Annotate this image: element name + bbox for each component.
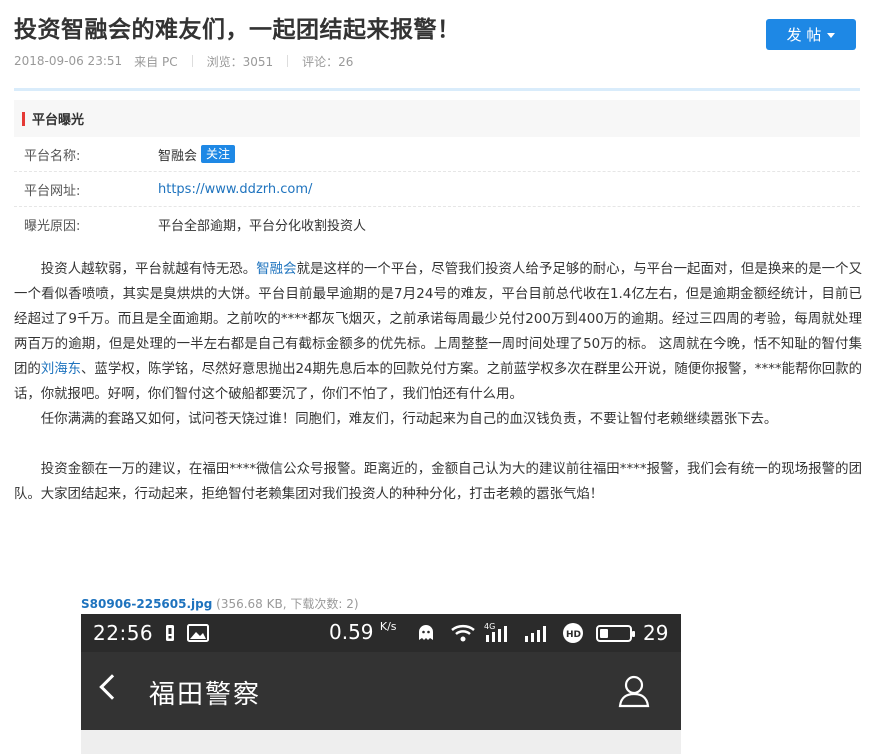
platform-name-cell: 智融会 关注 xyxy=(158,145,860,164)
post-date: 2018-09-06 23:51 xyxy=(14,54,123,68)
network-type-label: 4G xyxy=(484,622,495,631)
platform-panel-title: 平台曝光 xyxy=(32,113,85,128)
post-source: 来自 PC xyxy=(134,54,178,69)
meta-divider xyxy=(287,55,289,67)
paragraph-text: 、蓝学权，陈学铭，尽然好意思抛出24期先息后本的回款兑付方案。之前蓝学权多次在群… xyxy=(14,362,863,402)
image-notification-icon xyxy=(187,624,209,642)
platform-row-url: 平台网址: https://www.ddzrh.com/ xyxy=(14,172,860,207)
hd-icon: HD xyxy=(563,623,583,643)
battery-fill xyxy=(600,629,608,638)
attached-screenshot[interactable]: 22:56 0.59 K/s 4G HD 29 福田警察 xyxy=(81,614,681,754)
platform-name-value: 智融会 xyxy=(158,148,198,164)
phone-status-bar: 22:56 0.59 K/s 4G HD 29 xyxy=(81,614,681,652)
heading-marker xyxy=(22,111,25,126)
attachment-info: S80906-225605.jpg (356.68 KB, 下载次数: 2) xyxy=(81,595,359,612)
meta-divider xyxy=(191,55,193,67)
platform-reason-label: 曝光原因: xyxy=(24,219,81,234)
signal-icon xyxy=(525,626,546,642)
battery-percent: 29 xyxy=(643,621,669,645)
attachment-filename-link[interactable]: S80906-225605.jpg xyxy=(81,597,212,611)
network-speed-value: 0.59 xyxy=(329,620,374,644)
paragraph-text: 投资人越软弱，平台就越有恃无恐。 xyxy=(40,262,257,277)
phone-app-title: 福田警察 xyxy=(149,680,262,710)
battery-icon xyxy=(596,625,635,642)
user-profile-icon[interactable] xyxy=(617,674,651,708)
platform-reason-value: 平台全部逾期，平台分化收割投资人 xyxy=(158,219,367,234)
wifi-icon xyxy=(451,624,475,642)
ghost-icon xyxy=(419,625,433,640)
platform-mention-link[interactable]: 智融会 xyxy=(256,262,296,277)
post-button-label: 发 帖 xyxy=(786,26,822,44)
person-mention-link[interactable]: 刘海东 xyxy=(41,362,81,377)
sim-icon xyxy=(166,625,174,641)
paragraph-text: 就是这样的一个平台，尽管我们投资人给予足够的耐心，与平台一起面对，但是换来的是一… xyxy=(14,262,863,377)
platform-name-label: 平台名称: xyxy=(24,148,81,164)
post-body: 投资人越软弱，平台就越有恃无恐。智融会就是这样的一个平台，尽管我们投资人给予足够… xyxy=(14,257,862,507)
network-speed: 0.59 K/s xyxy=(329,620,397,644)
header-divider xyxy=(14,88,860,91)
signal-4g-icon: 4G xyxy=(484,622,507,642)
post-paragraph: 投资金额在一万的建议，在福田****微信公众号报警。距离近的，金额自己认为大的建… xyxy=(14,462,862,502)
post-paragraph: 投资人越软弱，平台就越有恃无恐。智融会就是这样的一个平台，尽管我们投资人给予足够… xyxy=(14,257,862,407)
attachment-meta: (356.68 KB, 下载次数: 2) xyxy=(212,597,359,611)
platform-row-reason: 曝光原因: 平台全部逾期，平台分化收割投资人 xyxy=(14,207,860,242)
phone-app-bar: 福田警察 xyxy=(81,652,681,730)
status-time: 22:56 xyxy=(93,621,154,645)
post-comments: 评论：26 xyxy=(302,54,354,69)
platform-url-link[interactable]: https://www.ddzrh.com/ xyxy=(158,182,860,197)
post-meta: 2018-09-06 23:51 来自 PC 浏览：3051 评论：26 xyxy=(14,53,353,69)
follow-button[interactable]: 关注 xyxy=(201,145,236,163)
post-views: 浏览：3051 xyxy=(206,54,274,69)
caret-down-icon xyxy=(827,33,836,38)
back-arrow-icon[interactable] xyxy=(99,674,125,700)
platform-row-name: 平台名称: 智融会 关注 xyxy=(14,137,860,172)
post-title: 投资智融会的难友们，一起团结起来报警！ xyxy=(14,17,461,43)
hd-label: HD xyxy=(566,630,581,640)
platform-panel-heading: 平台曝光 xyxy=(14,100,860,137)
platform-url-label: 平台网址: xyxy=(24,183,81,199)
post-paragraph: 任你满满的套路又如何，试问苍天饶过谁！同胞们，难友们，行动起来为自己的血汉钱负责… xyxy=(40,412,778,427)
platform-exposure-panel: 平台曝光 平台名称: 智融会 关注 平台网址: https://www.ddzr… xyxy=(14,100,860,244)
network-speed-unit: K/s xyxy=(379,620,397,633)
post-button[interactable]: 发 帖 xyxy=(766,19,856,50)
